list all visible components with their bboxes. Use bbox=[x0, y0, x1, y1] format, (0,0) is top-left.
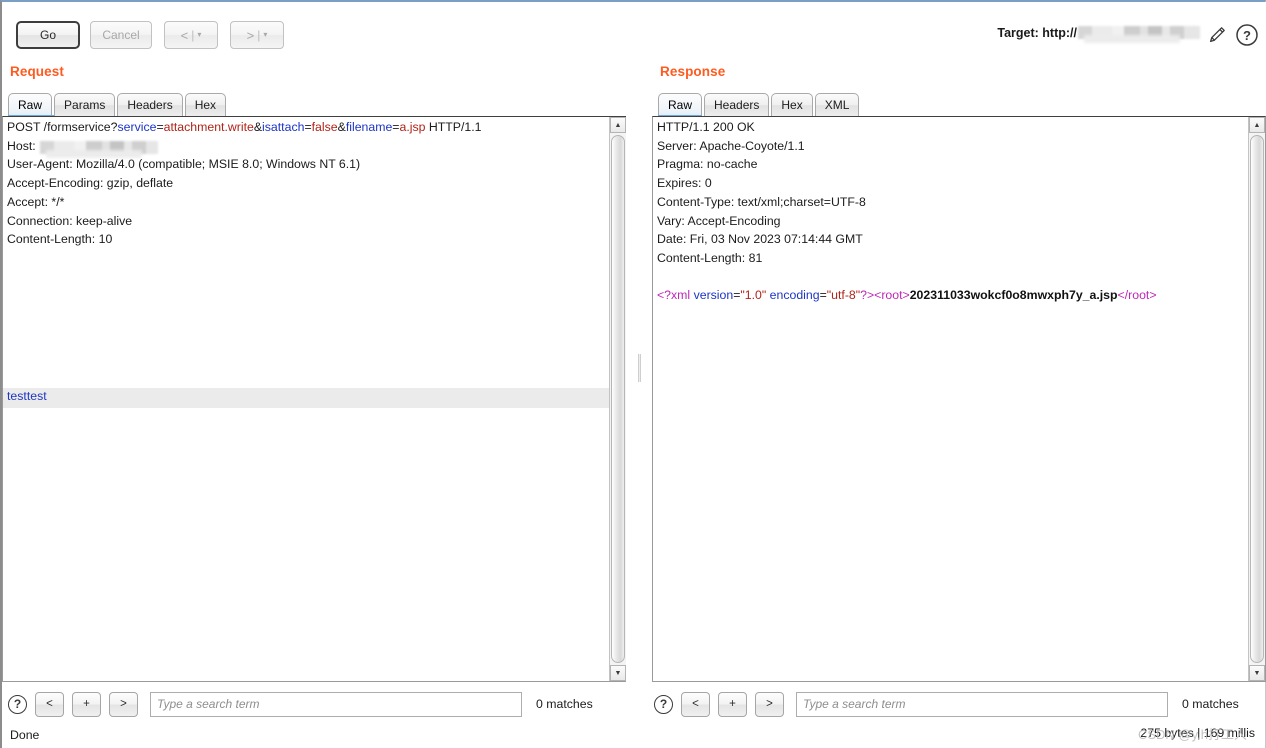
response-search-prev-label: < bbox=[692, 698, 699, 710]
response-tab-hex[interactable]: Hex bbox=[771, 93, 813, 116]
response-scroll-up-icon[interactable]: ▲ bbox=[1249, 117, 1265, 133]
response-tab-hex-label: Hex bbox=[781, 98, 803, 112]
pencil-icon bbox=[1209, 27, 1225, 43]
chevron-left-icon: < bbox=[180, 27, 189, 43]
request-tab-bar: Raw Params Headers Hex bbox=[8, 92, 228, 116]
request-scroll-up-icon[interactable]: ▲ bbox=[610, 117, 626, 133]
response-search-add-button[interactable]: + bbox=[718, 691, 747, 717]
response-content-area[interactable]: HTTP/1.1 200 OK Server: Apache-Coyote/1.… bbox=[652, 116, 1266, 682]
request-tab-params-label: Params bbox=[64, 98, 106, 112]
response-scroll-down-icon[interactable]: ▼ bbox=[1249, 665, 1265, 681]
response-search-prev-button[interactable]: < bbox=[681, 691, 710, 717]
response-vertical-scrollbar[interactable]: ▲ ▼ bbox=[1248, 117, 1265, 681]
response-scroll-thumb[interactable] bbox=[1250, 135, 1264, 663]
cancel-button[interactable]: Cancel bbox=[90, 21, 152, 49]
response-tab-xml-label: XML bbox=[824, 98, 850, 112]
help-icon: ? bbox=[1236, 24, 1258, 46]
response-search-add-label: + bbox=[729, 698, 736, 710]
request-search-input[interactable] bbox=[150, 691, 522, 717]
help-button[interactable]: ? bbox=[1234, 22, 1260, 48]
response-tab-raw[interactable]: Raw bbox=[658, 93, 703, 116]
request-search-prev-button[interactable]: < bbox=[35, 691, 64, 717]
request-tab-hex[interactable]: Hex bbox=[184, 93, 227, 116]
request-panel: Request Raw Params Headers Hex POST /for… bbox=[2, 54, 632, 682]
back-arrow-group: < | ▾ bbox=[181, 29, 202, 42]
response-tab-raw-label: Raw bbox=[668, 98, 693, 112]
target-display: Target: http:// bbox=[997, 25, 1200, 40]
request-raw-text[interactable]: POST /formservice?service=attachment.wri… bbox=[7, 117, 608, 249]
chevron-down-icon: ▾ bbox=[263, 30, 268, 39]
response-tab-headers[interactable]: Headers bbox=[704, 93, 770, 116]
request-tab-hex-label: Hex bbox=[194, 98, 217, 112]
button-separator: | bbox=[257, 28, 261, 42]
svg-text:?: ? bbox=[1243, 28, 1251, 43]
request-search-add-button[interactable]: + bbox=[72, 691, 101, 717]
panel-splitter[interactable] bbox=[632, 54, 646, 682]
back-navigation-button[interactable]: < | ▾ bbox=[164, 21, 218, 49]
response-search-input[interactable] bbox=[796, 691, 1168, 717]
response-search-help-icon[interactable]: ? bbox=[654, 694, 673, 714]
response-raw-text[interactable]: HTTP/1.1 200 OK Server: Apache-Coyote/1.… bbox=[657, 117, 1247, 305]
request-tab-raw-label: Raw bbox=[18, 98, 43, 112]
chevron-right-icon: > bbox=[246, 27, 255, 43]
button-separator: | bbox=[191, 28, 195, 42]
request-search-add-label: + bbox=[83, 698, 90, 710]
response-panel-title: Response bbox=[660, 64, 726, 79]
chevron-down-icon: ▾ bbox=[197, 30, 202, 39]
response-tab-xml[interactable]: XML bbox=[814, 93, 860, 116]
request-content-area[interactable]: POST /formservice?service=attachment.wri… bbox=[2, 116, 626, 682]
forward-arrow-group: > | ▾ bbox=[247, 29, 268, 42]
request-body-text: testtest bbox=[7, 389, 47, 403]
request-vertical-scrollbar[interactable]: ▲ ▼ bbox=[609, 117, 626, 681]
request-search-bar: ? < + > 0 matches bbox=[8, 688, 632, 720]
request-tab-params[interactable]: Params bbox=[54, 93, 116, 116]
request-tab-raw[interactable]: Raw bbox=[8, 93, 53, 116]
request-tab-headers[interactable]: Headers bbox=[117, 93, 183, 116]
response-search-next-label: > bbox=[766, 698, 773, 710]
request-body-highlight: testtest bbox=[3, 388, 609, 408]
request-search-next-button[interactable]: > bbox=[109, 691, 138, 717]
target-url-redacted bbox=[1078, 25, 1200, 39]
go-button-label: Go bbox=[39, 28, 56, 42]
request-search-help-icon[interactable]: ? bbox=[8, 694, 27, 714]
splitter-grip[interactable] bbox=[638, 354, 641, 382]
response-search-bar: ? < + > 0 matches bbox=[654, 688, 1266, 720]
response-panel: Response Raw Headers Hex XML HTTP/1.1 20… bbox=[646, 54, 1266, 682]
request-tab-headers-label: Headers bbox=[127, 98, 173, 112]
request-search-prev-label: < bbox=[46, 698, 53, 710]
response-tab-headers-label: Headers bbox=[714, 98, 760, 112]
edit-target-button[interactable] bbox=[1204, 22, 1230, 48]
request-search-matches: 0 matches bbox=[536, 697, 593, 711]
status-bar-left: Done bbox=[10, 728, 40, 742]
status-bar-right: 275 bytes | 169 millis bbox=[1140, 726, 1255, 740]
burp-repeater-window: Go Cancel < | ▾ > | ▾ Target: http:// ? … bbox=[0, 0, 1266, 748]
response-tab-bar: Raw Headers Hex XML bbox=[658, 92, 861, 116]
response-search-next-button[interactable]: > bbox=[755, 691, 784, 717]
request-search-next-label: > bbox=[120, 698, 127, 710]
cancel-button-label: Cancel bbox=[102, 28, 140, 42]
response-search-matches: 0 matches bbox=[1182, 697, 1239, 711]
go-button[interactable]: Go bbox=[16, 21, 80, 49]
top-toolbar: Go Cancel < | ▾ > | ▾ Target: http:// ? bbox=[2, 2, 1266, 54]
request-panel-title: Request bbox=[10, 64, 64, 79]
request-scroll-thumb[interactable] bbox=[611, 135, 625, 663]
forward-navigation-button[interactable]: > | ▾ bbox=[230, 21, 284, 49]
request-scroll-down-icon[interactable]: ▼ bbox=[610, 665, 626, 681]
target-label: Target: http:// bbox=[997, 26, 1077, 40]
